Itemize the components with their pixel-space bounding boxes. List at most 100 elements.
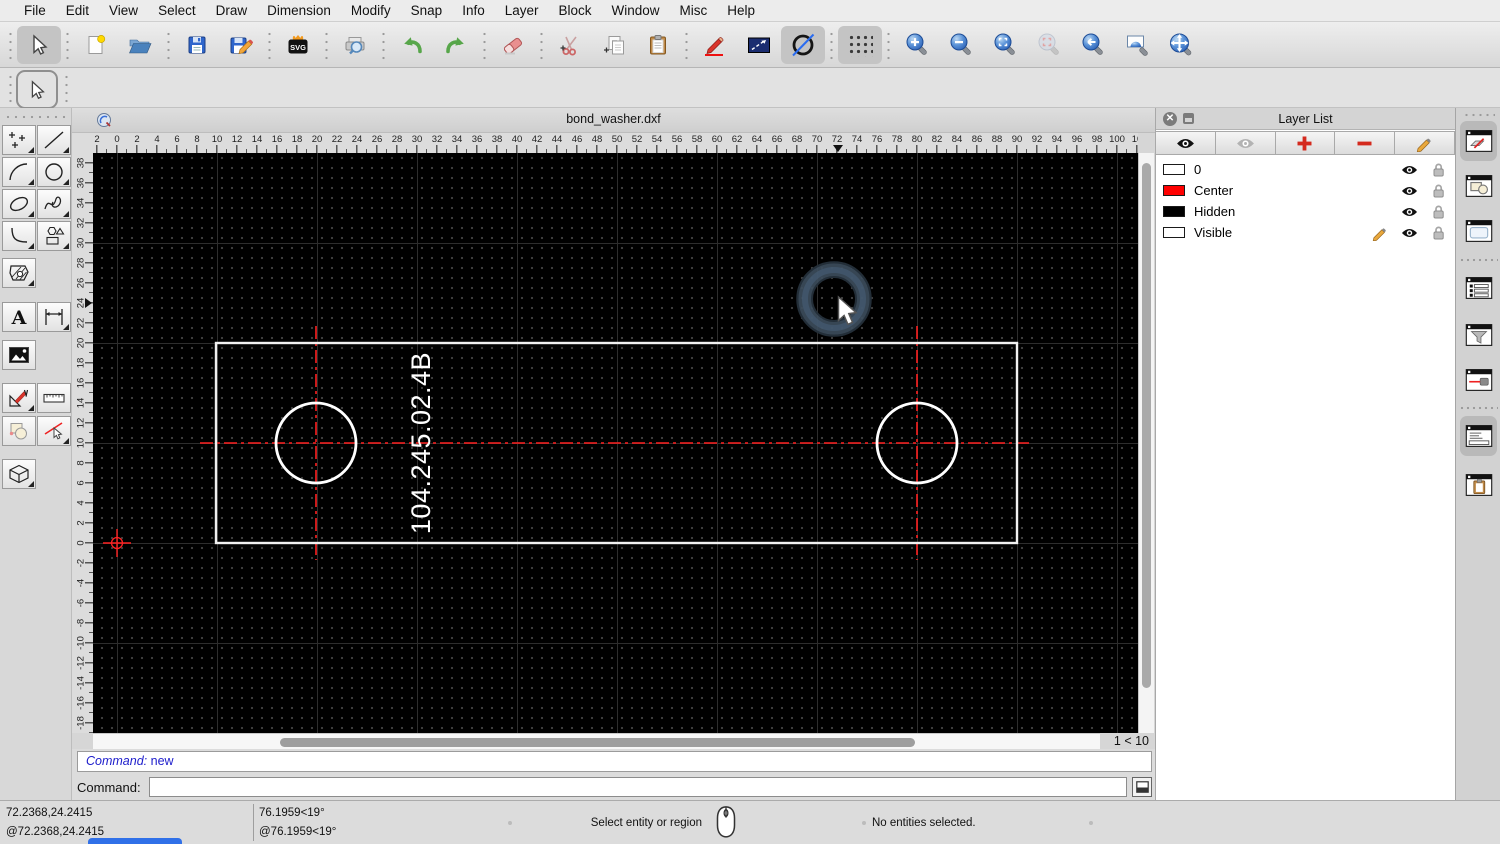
line-attributes-button[interactable] xyxy=(737,26,781,64)
toolbar-separator xyxy=(481,29,488,60)
layer-visibility-toggle[interactable] xyxy=(1399,185,1419,197)
ruler-label: -18 xyxy=(75,716,87,730)
block-tool-button[interactable] xyxy=(2,459,36,489)
points-tool-button[interactable] xyxy=(2,125,36,155)
menu-dimension[interactable]: Dimension xyxy=(257,3,341,18)
horizontal-scrollbar[interactable] xyxy=(93,733,1100,749)
drawing-canvas[interactable]: 104.245.02.4B xyxy=(93,153,1138,733)
cut-button[interactable] xyxy=(548,26,592,64)
layer-color-swatch[interactable] xyxy=(1163,164,1185,175)
ruler-label: 46 xyxy=(571,134,583,145)
image-tool-button[interactable] xyxy=(2,340,36,370)
zoom-window-button[interactable] xyxy=(1115,26,1159,64)
polygon-shapes-tool-button[interactable] xyxy=(37,221,71,251)
grid-toggle-button[interactable] xyxy=(838,25,882,64)
keyboard-toggle-button[interactable] xyxy=(1132,777,1152,797)
circle-tool-button[interactable] xyxy=(37,157,71,187)
save-button[interactable] xyxy=(175,26,219,64)
zoom-select-button[interactable] xyxy=(1027,26,1071,64)
zoom-auto-button[interactable] xyxy=(983,26,1027,64)
line-tool-button[interactable] xyxy=(37,125,71,155)
layer-lock-toggle[interactable] xyxy=(1428,204,1448,219)
pen-attributes-button[interactable] xyxy=(693,26,737,64)
filter-dock-button[interactable] xyxy=(1460,315,1497,355)
ellipse-tool-button[interactable] xyxy=(2,189,36,219)
menu-edit[interactable]: Edit xyxy=(56,3,99,18)
menu-draw[interactable]: Draw xyxy=(206,3,258,18)
library-browser-dock-button[interactable] xyxy=(1460,211,1497,251)
entity-list-dock-button[interactable] xyxy=(1460,268,1497,308)
layer-visibility-toggle[interactable] xyxy=(1399,206,1419,218)
layer-lock-toggle[interactable] xyxy=(1428,225,1448,240)
hide-all-layers-button[interactable] xyxy=(1214,131,1276,155)
vertical-scrollbar[interactable] xyxy=(1138,153,1154,733)
drawing-window-titlebar[interactable]: bond_washer.dxf xyxy=(72,108,1155,133)
spline-tool-button[interactable] xyxy=(37,189,71,219)
dimension-tool-button[interactable] xyxy=(37,302,71,332)
polyline-tool-button[interactable] xyxy=(2,221,36,251)
layer-color-swatch[interactable] xyxy=(1163,227,1185,238)
zoom-out-button[interactable] xyxy=(939,26,983,64)
paste-button[interactable] xyxy=(636,26,680,64)
vertical-scrollbar-thumb[interactable] xyxy=(1142,163,1151,688)
menu-snap[interactable]: Snap xyxy=(401,3,453,18)
menu-select[interactable]: Select xyxy=(148,3,206,18)
measure-tool-button[interactable] xyxy=(37,383,71,413)
zoom-previous-button[interactable] xyxy=(1071,26,1115,64)
layer-color-swatch[interactable] xyxy=(1163,185,1185,196)
toolbar-separator xyxy=(885,29,892,60)
menu-misc[interactable]: Misc xyxy=(670,3,718,18)
layer-color-swatch[interactable] xyxy=(1163,206,1185,217)
block-list-dock-button[interactable] xyxy=(1460,166,1497,206)
layer-visibility-toggle[interactable] xyxy=(1399,227,1419,239)
menu-window[interactable]: Window xyxy=(602,3,670,18)
modify-tool-button[interactable] xyxy=(2,383,36,413)
select-entity-tool-button[interactable] xyxy=(37,416,71,446)
menu-info[interactable]: Info xyxy=(452,3,495,18)
horizontal-scrollbar-thumb[interactable] xyxy=(280,738,915,747)
layer-lock-toggle[interactable] xyxy=(1428,162,1448,177)
order-tool-button[interactable] xyxy=(2,416,36,446)
layer-row-center[interactable]: Center xyxy=(1156,180,1455,201)
menu-view[interactable]: View xyxy=(99,3,148,18)
zoom-pan-button[interactable] xyxy=(1159,26,1203,64)
save-as-button[interactable] xyxy=(219,26,263,64)
menu-layer[interactable]: Layer xyxy=(495,3,549,18)
command-line-dock-button[interactable] xyxy=(1460,416,1497,456)
current-tool-select-button[interactable] xyxy=(16,70,58,109)
layer-row-visible[interactable]: Visible xyxy=(1156,222,1455,243)
layer-visibility-toggle[interactable] xyxy=(1399,164,1419,176)
library-browser-dock-icon xyxy=(1465,220,1492,242)
laser-dock-button[interactable] xyxy=(1460,360,1497,400)
undo-button[interactable] xyxy=(390,26,434,64)
layer-lock-toggle[interactable] xyxy=(1428,183,1448,198)
hatch-tool-button[interactable] xyxy=(2,258,36,288)
circle-slash-icon xyxy=(789,31,817,59)
ruler-label: 4 xyxy=(75,500,87,506)
circle-slash-button[interactable] xyxy=(781,25,825,64)
menu-block[interactable]: Block xyxy=(549,3,602,18)
print-preview-button[interactable] xyxy=(333,26,377,64)
remove-layer-button[interactable] xyxy=(1334,131,1396,155)
layer-row-0[interactable]: 0 xyxy=(1156,159,1455,180)
layer-list-dock-button[interactable] xyxy=(1460,121,1497,161)
copy-button[interactable] xyxy=(592,26,636,64)
delete-button[interactable] xyxy=(491,26,535,64)
select-tool-button[interactable] xyxy=(17,25,61,64)
open-file-button[interactable] xyxy=(118,26,162,64)
menu-help[interactable]: Help xyxy=(717,3,765,18)
command-input[interactable] xyxy=(148,777,1127,797)
text-tool-button[interactable]: A xyxy=(2,302,36,332)
new-document-button[interactable] xyxy=(74,26,118,64)
add-layer-button[interactable] xyxy=(1274,131,1336,155)
clipboard-dock-button[interactable] xyxy=(1460,465,1497,505)
show-all-layers-button[interactable] xyxy=(1155,131,1216,155)
layer-row-hidden[interactable]: Hidden xyxy=(1156,201,1455,222)
edit-layer-button[interactable] xyxy=(1394,131,1455,155)
menu-modify[interactable]: Modify xyxy=(341,3,401,18)
redo-button[interactable] xyxy=(434,26,478,64)
menu-file[interactable]: File xyxy=(14,3,56,18)
arc-tool-button[interactable] xyxy=(2,157,36,187)
svg-export-button[interactable]: SVG xyxy=(276,26,320,64)
zoom-in-button[interactable] xyxy=(895,26,939,64)
